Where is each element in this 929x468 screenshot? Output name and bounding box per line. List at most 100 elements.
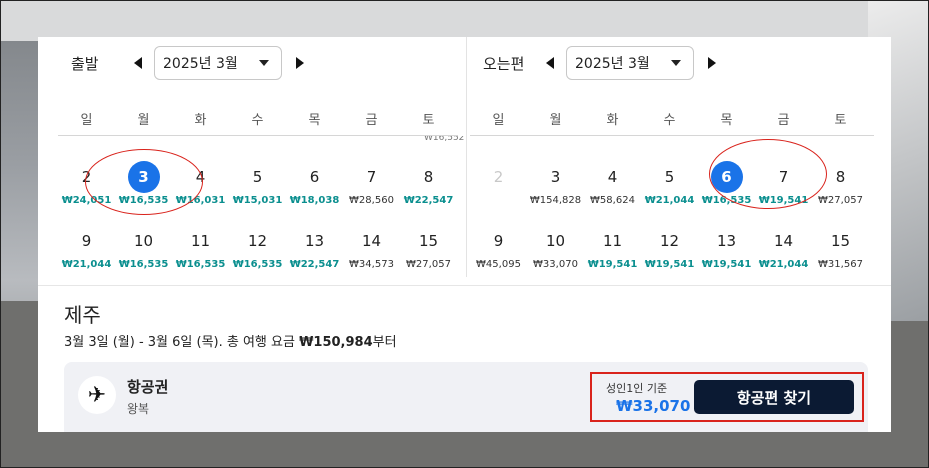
day-price: ₩33,070	[533, 259, 578, 270]
return-day-cell[interactable]: 15 ₩31,567	[812, 227, 869, 291]
trip-dates-text: 3월 3일 (월) - 3월 6일 (목). 총 여행 요금	[64, 335, 300, 350]
weekday-mon: 월	[137, 113, 150, 128]
departure-day-cell[interactable]: 12 ₩16,535	[229, 227, 286, 291]
day-number: 10	[545, 232, 566, 250]
weekday-wed: 수	[251, 113, 264, 128]
departure-day-cell[interactable]: 11 ₩16,535	[172, 227, 229, 291]
departure-title: 출발	[71, 54, 99, 73]
trip-summary-suffix: 부터	[372, 335, 397, 350]
airplane-icon: ✈	[78, 376, 116, 414]
day-number: 8	[423, 168, 434, 186]
chevron-down-icon	[259, 60, 269, 66]
weekday-sat: 토	[834, 113, 847, 128]
return-highlight-circle	[709, 139, 827, 209]
trip-summary: 3월 3일 (월) - 3월 6일 (목). 총 여행 요금 ₩150,984부…	[64, 331, 397, 350]
departure-day-cell[interactable]: 14 ₩34,573	[343, 227, 400, 291]
day-number: 5	[252, 168, 263, 186]
day-number: 12	[659, 232, 680, 250]
return-month-select[interactable]: 2025년 3월	[566, 46, 694, 80]
previous-week-price-stub: ₩16,552	[424, 136, 465, 142]
return-title: 오는편	[483, 54, 525, 73]
flight-card: ✈ 항공권 왕복 성인1인 기준 ₩33,070 항공편 찾기	[64, 362, 868, 432]
weekday-tue: 화	[194, 113, 207, 128]
departure-weekday-header: 일 월 화 수 목 금 토	[58, 109, 458, 128]
prev-month-arrow-icon[interactable]	[134, 57, 142, 69]
departure-highlight-circle	[85, 149, 203, 215]
weekday-thu: 목	[308, 113, 321, 128]
flight-card-title: 항공권	[127, 378, 169, 396]
departure-day-cell[interactable]: 15 ₩27,057	[400, 227, 457, 291]
day-number: 13	[716, 232, 737, 250]
day-number: 7	[366, 168, 377, 186]
day-price: ₩154,828	[529, 195, 582, 206]
departure-day-cell[interactable]: 13 ₩22,547	[286, 227, 343, 291]
departure-day-cell[interactable]: 5 ₩15,031	[229, 163, 286, 227]
calendar-divider	[466, 37, 467, 277]
return-calendar-header: 오는편 2025년 3월	[470, 45, 716, 81]
price-highlight-box: 성인1인 기준 ₩33,070 항공편 찾기	[590, 372, 864, 422]
day-price: ₩21,044	[61, 259, 112, 270]
day-price: ₩16,535	[175, 259, 226, 270]
departure-day-cell[interactable]: 7 ₩28,560	[343, 163, 400, 227]
day-number: 15	[418, 232, 439, 250]
flight-price: ₩33,070	[616, 397, 691, 415]
price-basis-label: 성인1인 기준	[606, 382, 668, 395]
chevron-down-icon	[671, 60, 681, 66]
weekday-wed: 수	[663, 113, 676, 128]
return-day-cell[interactable]: 10 ₩33,070	[527, 227, 584, 291]
day-price: ₩21,044	[644, 195, 695, 206]
return-day-cell[interactable]: 9 ₩45,095	[470, 227, 527, 291]
next-month-arrow-icon[interactable]	[296, 57, 304, 69]
departure-day-cell[interactable]: 10 ₩16,535	[115, 227, 172, 291]
weekday-divider	[58, 135, 458, 136]
day-price: ₩19,541	[644, 259, 695, 270]
day-number: 8	[835, 168, 846, 186]
day-number: 11	[190, 232, 211, 250]
return-day-cell[interactable]: 12 ₩19,541	[641, 227, 698, 291]
day-price: ₩22,547	[289, 259, 340, 270]
find-flights-button[interactable]: 항공편 찾기	[694, 380, 854, 414]
day-price: ₩45,095	[476, 259, 521, 270]
return-day-cell[interactable]: 4 ₩58,624	[584, 163, 641, 227]
departure-day-cell[interactable]: 9 ₩21,044	[58, 227, 115, 291]
return-day-cell: 2	[470, 163, 527, 227]
return-day-cell[interactable]: 14 ₩21,044	[755, 227, 812, 291]
day-price: ₩22,547	[403, 195, 454, 206]
return-weekday-header: 일 월 화 수 목 금 토	[470, 109, 874, 128]
day-number: 10	[133, 232, 154, 250]
departure-calendar-header: 출발 2025년 3월	[58, 45, 304, 81]
weekday-mon: 월	[549, 113, 562, 128]
day-number: 13	[304, 232, 325, 250]
departure-month-select[interactable]: 2025년 3월	[154, 46, 282, 80]
weekday-sun: 일	[80, 113, 93, 128]
return-day-cell[interactable]: 13 ₩19,541	[698, 227, 755, 291]
weekday-divider	[470, 135, 874, 136]
next-month-arrow-icon[interactable]	[708, 57, 716, 69]
weekday-sat: 토	[422, 113, 435, 128]
day-price: ₩28,560	[349, 195, 394, 206]
background-sky	[1, 1, 928, 41]
return-month-value: 2025년 3월	[575, 56, 650, 72]
return-day-cell[interactable]: 5 ₩21,044	[641, 163, 698, 227]
flight-card-subtitle: 왕복	[127, 402, 150, 416]
return-day-cell[interactable]: 3 ₩154,828	[527, 163, 584, 227]
day-number: 4	[607, 168, 618, 186]
day-number: 9	[493, 232, 504, 250]
screenshot-frame: 출발 2025년 3월 일 월 화 수 목 금 토 ₩16,552 2 ₩24,0…	[0, 0, 929, 468]
trip-total-price: ₩150,984	[299, 335, 373, 350]
weekday-thu: 목	[720, 113, 733, 128]
day-number: 6	[309, 168, 320, 186]
return-day-cell[interactable]: 11 ₩19,541	[584, 227, 641, 291]
day-price: ₩18,038	[289, 195, 340, 206]
day-price: ₩27,057	[406, 259, 451, 270]
calendar-week-row: 9 ₩21,044 10 ₩16,535 11 ₩16,535 12 ₩16,535 13 ₩22…	[58, 227, 457, 291]
departure-day-cell[interactable]: 8 ₩22,547	[400, 163, 457, 227]
day-number: 2	[493, 168, 504, 186]
prev-month-arrow-icon[interactable]	[546, 57, 554, 69]
weekday-fri: 금	[365, 113, 378, 128]
day-number: 3	[550, 168, 561, 186]
departure-day-cell[interactable]: 6 ₩18,038	[286, 163, 343, 227]
weekday-fri: 금	[777, 113, 790, 128]
flight-search-panel: 출발 2025년 3월 일 월 화 수 목 금 토 ₩16,552 2 ₩24,0…	[38, 37, 891, 432]
day-number: 9	[81, 232, 92, 250]
